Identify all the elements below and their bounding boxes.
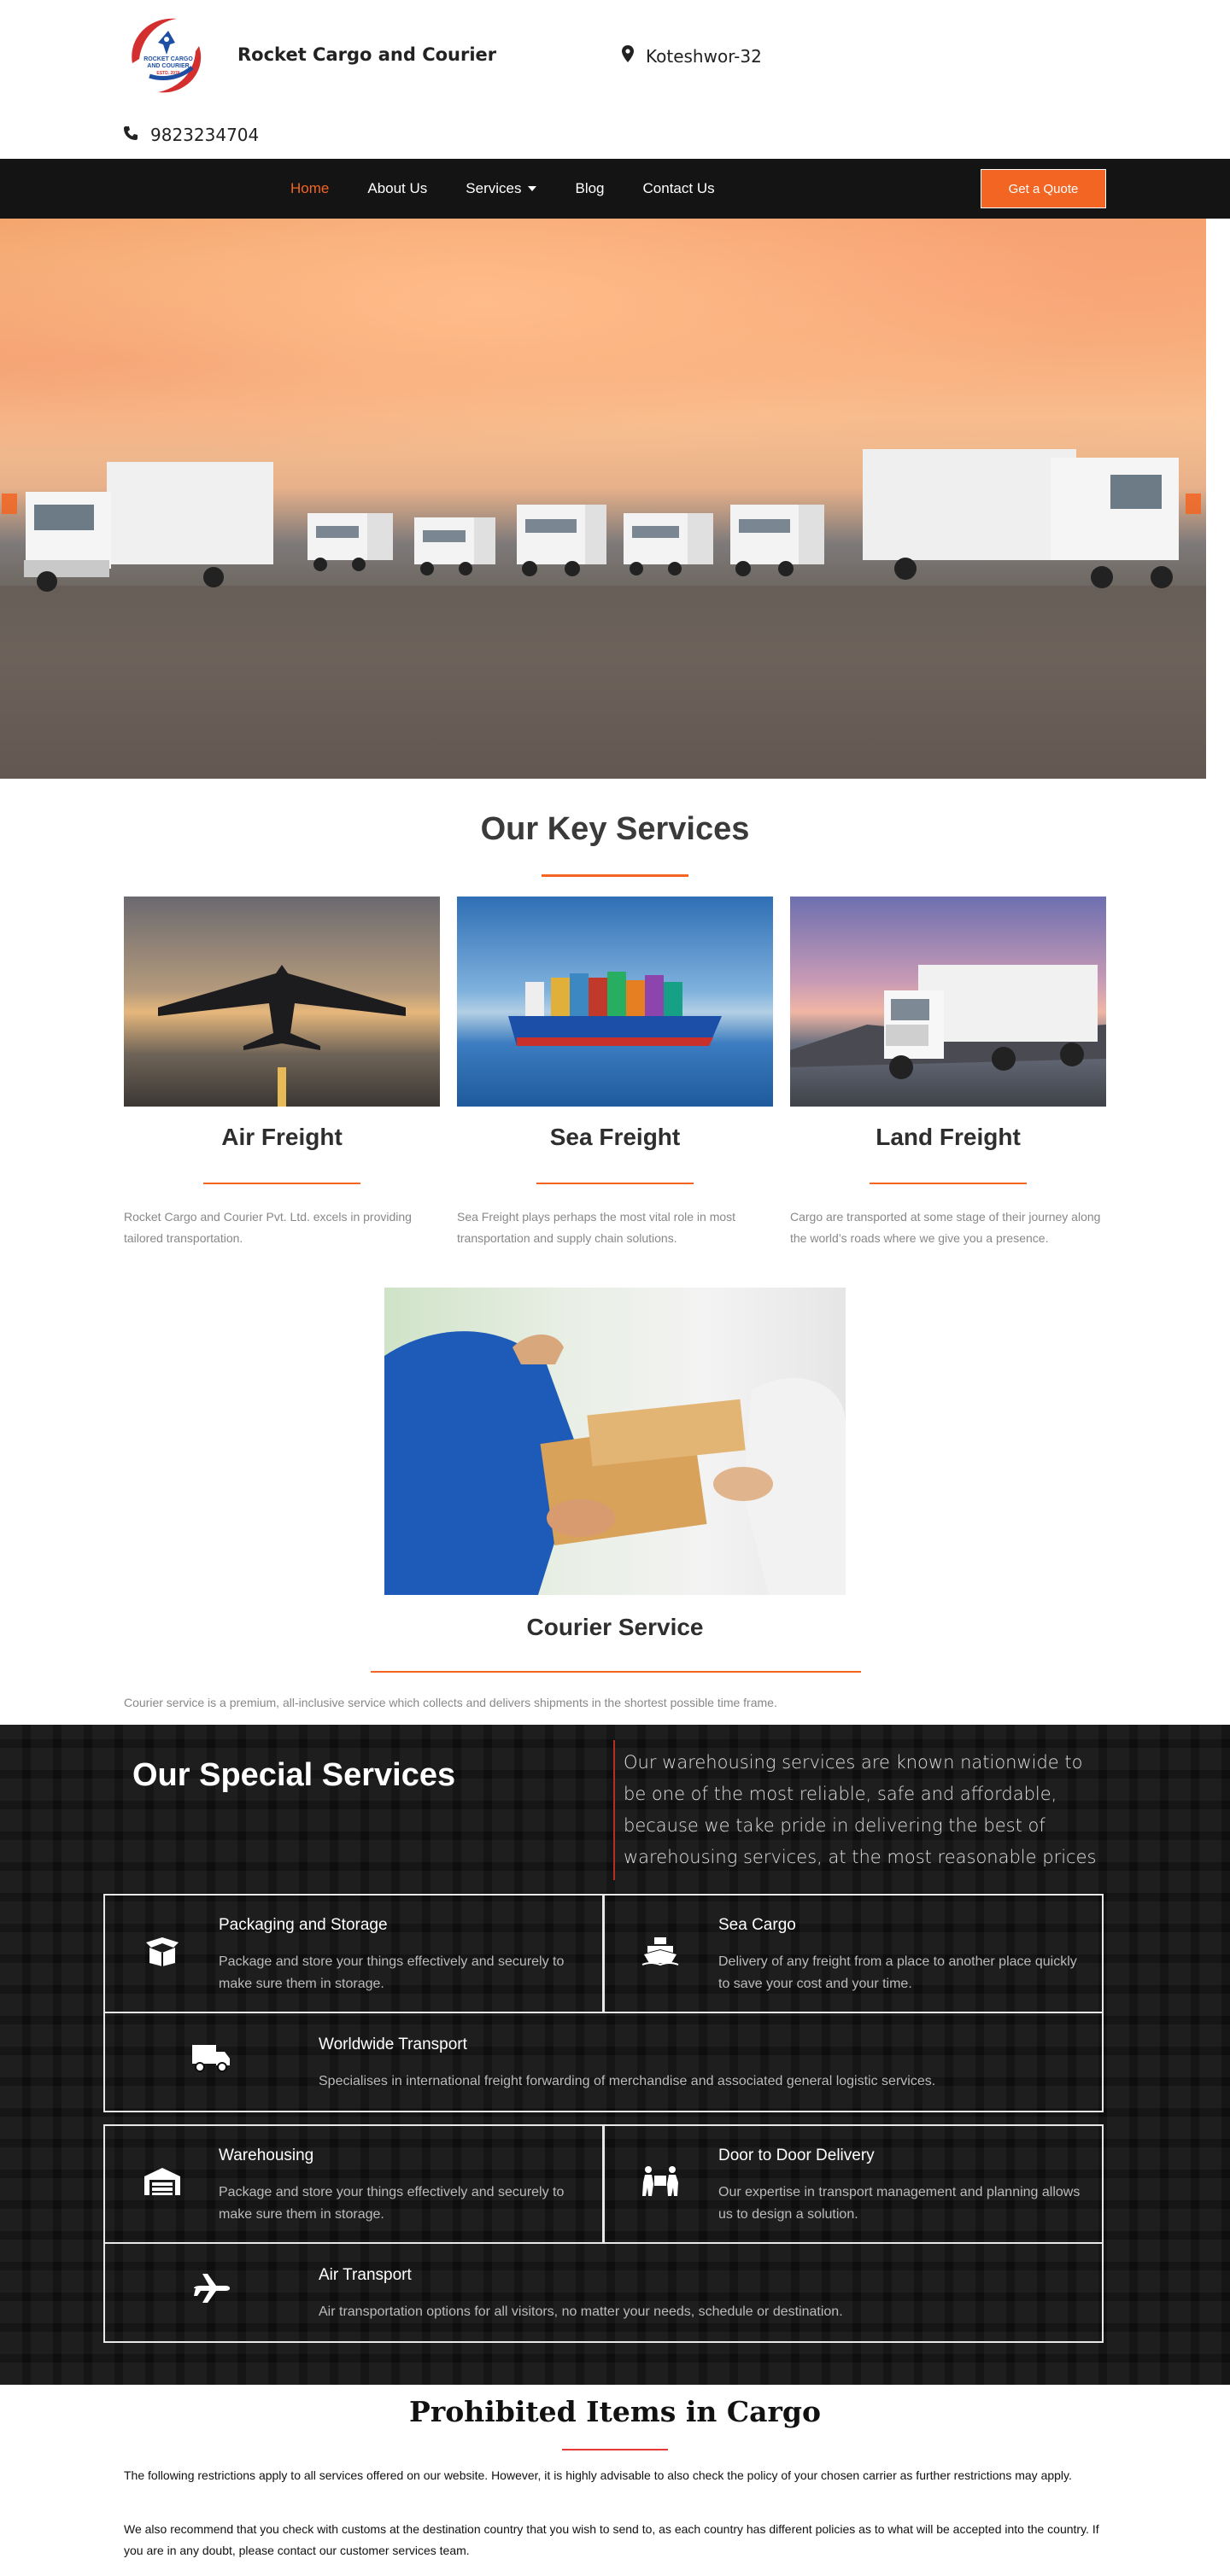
service-desc: Air transportation options for all visit… <box>319 2304 843 2319</box>
service-desc: Package and store your things effectivel… <box>219 1954 565 1991</box>
land-freight-title[interactable]: Land Freight <box>790 1124 1106 1151</box>
box-open-icon <box>141 1934 184 1968</box>
special-services-title: Our Special Services <box>132 1757 456 1793</box>
nav-label: Services <box>466 180 522 196</box>
courier-service-title[interactable]: Courier Service <box>0 1614 1230 1641</box>
vertical-divider <box>613 1740 615 1880</box>
nav-label: Blog <box>575 180 605 196</box>
prohibited-items-title: Prohibited Items in Cargo <box>409 2395 821 2428</box>
service-title: Packaging and Storage <box>219 1916 388 1934</box>
land-freight-desc: Cargo are transported at some stage of t… <box>790 1210 1101 1245</box>
slider-prev-arrow[interactable] <box>2 494 17 514</box>
card-underline <box>870 1183 1027 1184</box>
slider-next-arrow[interactable] <box>1186 494 1201 514</box>
land-freight-image <box>790 897 1106 1107</box>
service-desc: Our expertise in transport management an… <box>718 2185 1081 2222</box>
nav-label: Contact Us <box>642 180 715 196</box>
top-header: ROCKET CARGO AND COURIER ESTD. 2076 Rock… <box>0 0 1230 159</box>
service-desc: Package and store your things effectivel… <box>219 2185 565 2222</box>
nav-item-about[interactable]: About Us <box>367 180 427 197</box>
main-nav: Home About Us Services Blog Contact Us G… <box>0 159 1230 219</box>
air-freight-image <box>124 897 440 1107</box>
service-title: Door to Door Delivery <box>718 2147 875 2164</box>
courier-underline <box>371 1671 861 1673</box>
people-carry-icon <box>639 2164 682 2199</box>
phone-icon <box>123 125 138 145</box>
prohibited-paragraph-2: We also recommend that you check with cu… <box>124 2522 1099 2557</box>
location: Koteshwor-32 <box>622 45 762 67</box>
title-underline <box>542 874 688 877</box>
courier-service-image <box>384 1288 846 1595</box>
air-freight-title[interactable]: Air Freight <box>124 1124 440 1151</box>
get-quote-button[interactable]: Get a Quote <box>981 169 1106 208</box>
map-marker-icon <box>622 45 634 67</box>
caret-down-icon <box>528 186 537 191</box>
nav-label: Home <box>290 180 330 196</box>
nav-item-services[interactable]: Services <box>466 180 537 197</box>
logo-estd: ESTD. 2076 <box>156 71 180 76</box>
nav-menu: Home About Us Services Blog Contact Us <box>290 159 715 219</box>
hero-slider <box>0 219 1206 779</box>
ship-icon <box>639 1934 682 1968</box>
card-underline <box>203 1183 360 1184</box>
nav-label: About Us <box>367 180 428 196</box>
special-services-intro: Our warehousing services are known natio… <box>624 1752 1097 1867</box>
phone[interactable]: 9823234704 <box>123 125 259 145</box>
prohibited-paragraph-1: The following restrictions apply to all … <box>124 2468 1072 2482</box>
service-title: Worldwide Transport <box>319 2036 467 2053</box>
service-desc: Specialises in international freight for… <box>319 2074 936 2088</box>
service-desc: Delivery of any freight from a place to … <box>718 1954 1077 1991</box>
sea-freight-title[interactable]: Sea Freight <box>457 1124 773 1151</box>
hero-trucks-image <box>0 449 1206 779</box>
service-title: Warehousing <box>219 2147 314 2164</box>
service-title: Air Transport <box>319 2266 412 2284</box>
plane-icon <box>190 2271 232 2305</box>
location-text: Koteshwor-32 <box>646 45 762 67</box>
logo-text-top: ROCKET CARGO <box>144 56 193 62</box>
key-services-title: Our Key Services <box>480 811 750 847</box>
logo-text-bottom: AND COURIER <box>147 63 190 69</box>
air-freight-desc: Rocket Cargo and Courier Pvt. Ltd. excel… <box>124 1210 412 1245</box>
courier-service-desc: Courier service is a premium, all-inclus… <box>124 1696 777 1709</box>
service-box-air-transport[interactable] <box>103 2242 1104 2343</box>
nav-item-contact[interactable]: Contact Us <box>643 180 715 197</box>
company-logo[interactable]: ROCKET CARGO AND COURIER ESTD. 2076 <box>124 12 211 99</box>
phone-number[interactable]: 9823234704 <box>150 125 259 145</box>
sea-freight-desc: Sea Freight plays perhaps the most vital… <box>457 1210 736 1245</box>
prohibited-underline <box>562 2449 668 2450</box>
card-underline <box>536 1183 694 1184</box>
sea-freight-image <box>457 897 773 1107</box>
service-box-worldwide-transport[interactable] <box>103 2012 1104 2112</box>
nav-item-blog[interactable]: Blog <box>575 180 604 197</box>
warehouse-icon <box>141 2164 184 2199</box>
truck-icon <box>190 2041 232 2075</box>
brand-name[interactable]: Rocket Cargo and Courier <box>237 44 496 65</box>
service-title: Sea Cargo <box>718 1916 796 1934</box>
nav-item-home[interactable]: Home <box>290 180 329 197</box>
